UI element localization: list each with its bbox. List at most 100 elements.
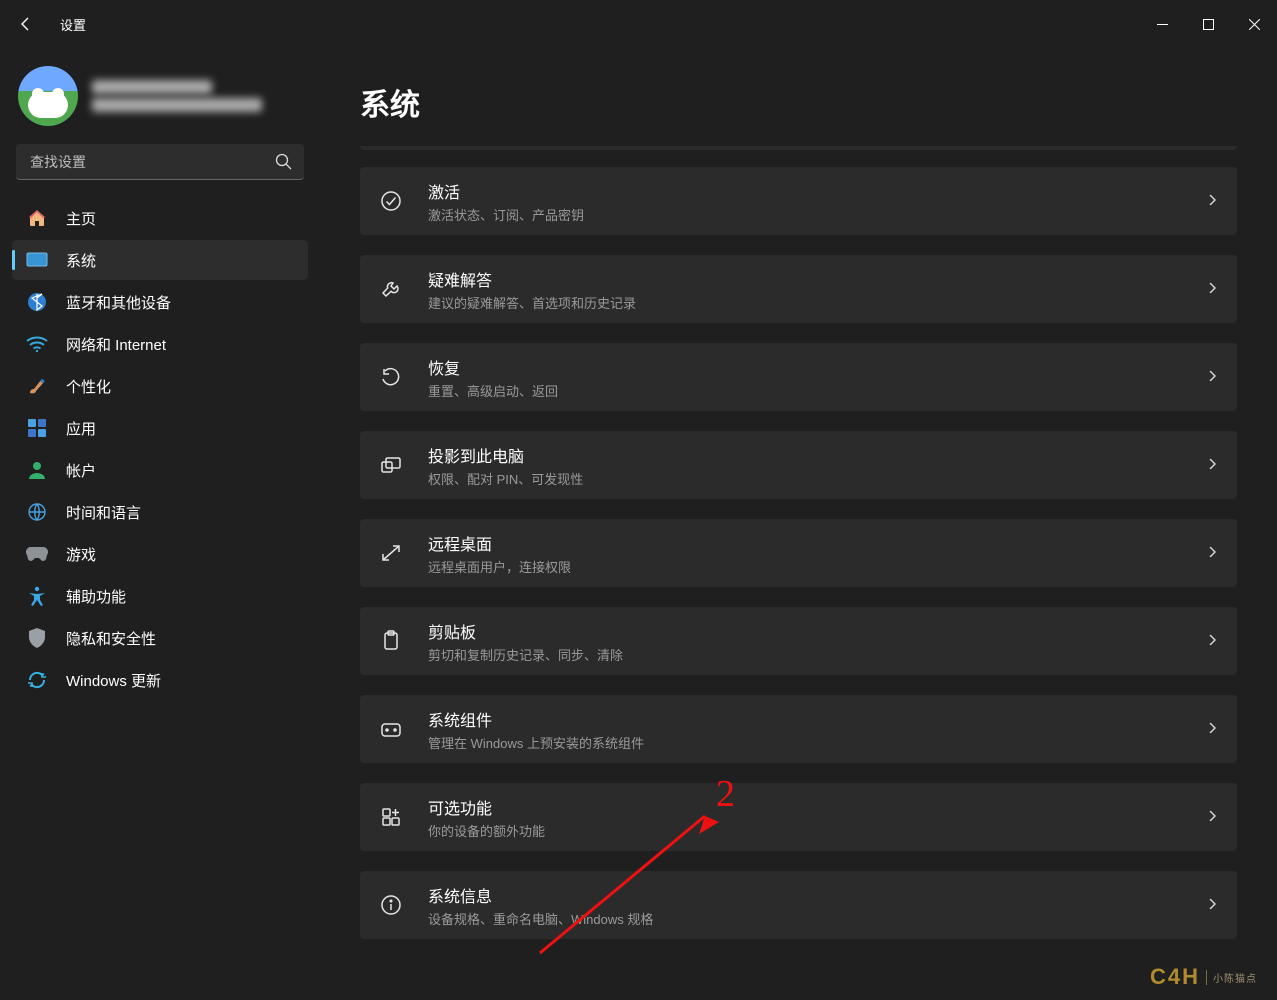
nav-label: 应用: [66, 418, 96, 439]
project-icon: [378, 452, 404, 478]
globe-clock-icon: [26, 501, 48, 523]
watermark-sub: 小陈猫点: [1206, 970, 1257, 985]
nav-bluetooth[interactable]: 蓝牙和其他设备: [12, 282, 308, 322]
watermark-main: C4H: [1150, 964, 1200, 990]
gamepad-icon: [26, 543, 48, 565]
nav-system[interactable]: 系统: [12, 240, 308, 280]
wifi-icon: [26, 333, 48, 355]
card-sub: 权限、配对 PIN、可发现性: [428, 469, 1181, 488]
card-clipboard[interactable]: 剪贴板剪切和复制历史记录、同步、清除: [360, 607, 1237, 675]
chevron-right-icon: [1205, 457, 1219, 474]
card-about[interactable]: 系统信息设备规格、重命名电脑、Windows 规格: [360, 871, 1237, 939]
nav-label: 游戏: [66, 544, 96, 565]
clipboard-icon: [378, 628, 404, 654]
maximize-icon: [1203, 19, 1214, 30]
close-button[interactable]: [1231, 8, 1277, 40]
person-icon: [26, 459, 48, 481]
nav-network[interactable]: 网络和 Internet: [12, 324, 308, 364]
card-title: 系统组件: [428, 707, 1181, 731]
info-icon: [378, 892, 404, 918]
nav-label: 帐户: [66, 460, 96, 481]
back-button[interactable]: [16, 14, 36, 34]
nav-accessibility[interactable]: 辅助功能: [12, 576, 308, 616]
card-sub: 设备规格、重命名电脑、Windows 规格: [428, 909, 1181, 928]
card-title: 可选功能: [428, 795, 1181, 819]
card-title: 远程桌面: [428, 531, 1181, 555]
card-title: 剪贴板: [428, 619, 1181, 643]
recovery-icon: [378, 364, 404, 390]
apps-plus-icon: [378, 804, 404, 830]
nav-list: 主页 系统 蓝牙和其他设备 网络和 Internet 个性化 应用: [10, 198, 310, 700]
nav-label: 隐私和安全性: [66, 628, 156, 649]
user-text: [92, 76, 262, 116]
nav-label: 蓝牙和其他设备: [66, 292, 171, 313]
search-input[interactable]: [16, 144, 304, 180]
home-icon: [26, 207, 48, 229]
card-troubleshoot[interactable]: 疑难解答建议的疑难解答、首选项和历史记录: [360, 255, 1237, 323]
nav-personalization[interactable]: 个性化: [12, 366, 308, 406]
chevron-right-icon: [1205, 809, 1219, 826]
nav-apps[interactable]: 应用: [12, 408, 308, 448]
components-icon: [378, 716, 404, 742]
card-title: 恢复: [428, 355, 1181, 379]
chevron-right-icon: [1205, 369, 1219, 386]
close-icon: [1249, 19, 1260, 30]
card-sub: 管理在 Windows 上预安装的系统组件: [428, 733, 1181, 752]
user-account-block[interactable]: [10, 56, 310, 144]
arrow-left-icon: [18, 16, 34, 32]
paintbrush-icon: [26, 375, 48, 397]
card-system-components[interactable]: 系统组件管理在 Windows 上预安装的系统组件: [360, 695, 1237, 763]
app-title: 设置: [60, 15, 86, 34]
card-sub: 重置、高级启动、返回: [428, 381, 1181, 400]
card-optional-features[interactable]: 可选功能你的设备的额外功能: [360, 783, 1237, 851]
apps-icon: [26, 417, 48, 439]
system-icon: [26, 249, 48, 271]
card-sub: 你的设备的额外功能: [428, 821, 1181, 840]
wrench-icon: [378, 276, 404, 302]
maximize-button[interactable]: [1185, 8, 1231, 40]
annotation-arrow-1: 1: [320, 218, 350, 438]
nav-home[interactable]: 主页: [12, 198, 308, 238]
minimize-icon: [1157, 19, 1168, 30]
avatar: [18, 66, 78, 126]
chevron-right-icon: [1205, 633, 1219, 650]
card-project[interactable]: 投影到此电脑权限、配对 PIN、可发现性: [360, 431, 1237, 499]
sidebar: 主页 系统 蓝牙和其他设备 网络和 Internet 个性化 应用: [0, 48, 320, 1000]
card-sub: 激活状态、订阅、产品密钥: [428, 205, 1181, 224]
nav-label: 时间和语言: [66, 502, 141, 523]
chevron-right-icon: [1205, 897, 1219, 914]
update-icon: [26, 669, 48, 691]
nav-privacy[interactable]: 隐私和安全性: [12, 618, 308, 658]
nav-label: 主页: [66, 208, 96, 229]
accessibility-icon: [26, 585, 48, 607]
nav-label: 网络和 Internet: [66, 334, 166, 355]
nav-gaming[interactable]: 游戏: [12, 534, 308, 574]
chevron-right-icon: [1205, 545, 1219, 562]
card-title: 疑难解答: [428, 267, 1181, 291]
chevron-right-icon: [1205, 281, 1219, 298]
nav-accounts[interactable]: 帐户: [12, 450, 308, 490]
card-sliver: [360, 146, 1237, 150]
checkmark-circle-icon: [378, 188, 404, 214]
card-recovery[interactable]: 恢复重置、高级启动、返回: [360, 343, 1237, 411]
card-remote-desktop[interactable]: 远程桌面远程桌面用户，连接权限: [360, 519, 1237, 587]
bluetooth-icon: [26, 291, 48, 313]
nav-label: 辅助功能: [66, 586, 126, 607]
search-icon: [275, 153, 292, 173]
titlebar: 设置: [0, 0, 1277, 48]
card-activation[interactable]: 激活激活状态、订阅、产品密钥: [360, 167, 1237, 235]
nav-windows-update[interactable]: Windows 更新: [12, 660, 308, 700]
card-title: 激活: [428, 179, 1181, 203]
card-sub: 建议的疑难解答、首选项和历史记录: [428, 293, 1181, 312]
nav-label: Windows 更新: [66, 670, 161, 691]
card-title: 系统信息: [428, 883, 1181, 907]
watermark: C4H 小陈猫点: [1150, 964, 1257, 990]
remote-desktop-icon: [378, 540, 404, 566]
shield-icon: [26, 627, 48, 649]
chevron-right-icon: [1205, 721, 1219, 738]
card-sub: 剪切和复制历史记录、同步、清除: [428, 645, 1181, 664]
nav-time-language[interactable]: 时间和语言: [12, 492, 308, 532]
minimize-button[interactable]: [1139, 8, 1185, 40]
page-title: 系统: [360, 80, 1237, 124]
card-title: 投影到此电脑: [428, 443, 1181, 467]
